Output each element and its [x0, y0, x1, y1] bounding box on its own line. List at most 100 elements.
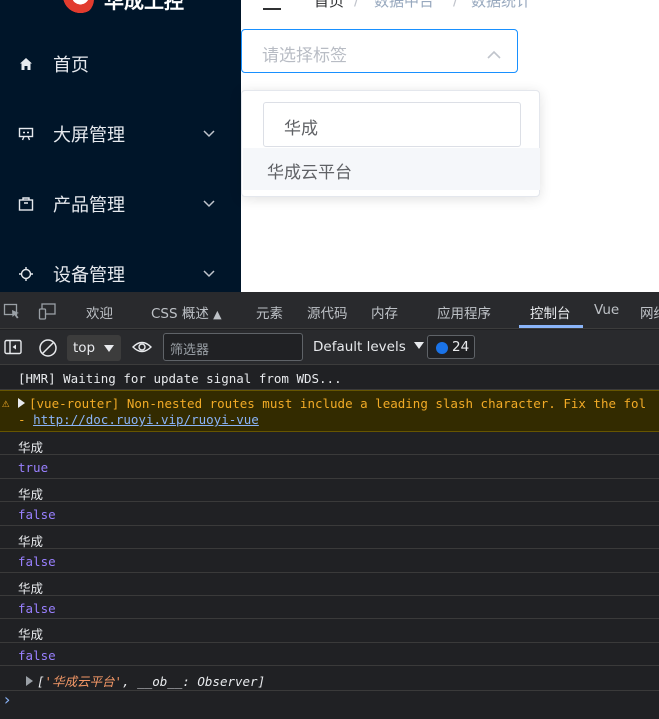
breadcrumb-item[interactable]: 数据中台	[374, 0, 434, 11]
message-text: false	[18, 507, 56, 522]
console-message: false	[0, 549, 659, 573]
console-filter-input[interactable]: 筛选器	[163, 333, 303, 361]
issues-count: 24	[452, 339, 470, 355]
context-selector[interactable]: top	[67, 335, 121, 361]
chevron-down-icon	[202, 267, 216, 281]
sidebar-item-label: 大屏管理	[53, 125, 125, 146]
console-message: true	[0, 455, 659, 479]
array-val: Observer	[197, 674, 258, 689]
inspect-element-icon[interactable]	[3, 302, 21, 320]
tab-memory[interactable]: 内存	[371, 302, 398, 322]
array-sep: ,	[122, 674, 138, 689]
console-message: false	[0, 502, 659, 526]
message-text: true	[18, 460, 49, 475]
message-text: false	[18, 554, 56, 569]
array-preview: ['华成云平台', __ob__: Observer]	[26, 671, 265, 690]
dropdown-option[interactable]: 华成云平台	[243, 148, 540, 190]
message-icon	[436, 342, 448, 354]
logo-text: 华成工控	[104, 0, 184, 13]
sidebar-item-device[interactable]: 设备管理	[0, 246, 241, 292]
console-prompt[interactable]: ›	[4, 690, 10, 709]
console-message: 华成	[0, 526, 659, 549]
doc-link[interactable]: http://doc.ruoyi.vip/ruoyi-vue	[33, 412, 259, 427]
console-message: 华成	[0, 432, 659, 455]
clear-console-icon[interactable]	[37, 337, 58, 358]
breadcrumb-separator: /	[354, 0, 360, 9]
link-prefix: -	[18, 412, 34, 427]
message-text: 华成	[18, 487, 44, 502]
console-message: 华成	[0, 619, 659, 643]
array-colon: :	[182, 674, 198, 689]
tab-welcome[interactable]: 欢迎	[86, 302, 113, 322]
array-open: [	[37, 674, 45, 689]
sidebar-item-home[interactable]: 首页	[0, 36, 241, 92]
active-tab-indicator	[519, 325, 583, 328]
sidebar-item-screen[interactable]: 大屏管理	[0, 106, 241, 162]
eye-icon[interactable]	[131, 338, 153, 356]
filter-placeholder: 筛选器	[170, 343, 210, 358]
context-value: top	[73, 340, 96, 356]
monitor-icon	[17, 125, 35, 143]
console-message: 华成	[0, 573, 659, 596]
package-icon	[17, 195, 35, 213]
tab-label: CSS 概述	[151, 306, 209, 322]
message-text: false	[18, 648, 56, 663]
chevron-down-icon	[104, 345, 114, 352]
array-key: __ob__	[137, 674, 183, 689]
flask-icon: ▲	[213, 308, 222, 321]
breadcrumb-separator: /	[453, 0, 459, 9]
chevron-down-icon	[413, 342, 424, 349]
console-message: false	[0, 596, 659, 619]
tab-console[interactable]: 控制台	[530, 302, 571, 322]
chevron-up-icon[interactable]	[487, 44, 501, 63]
chevron-down-icon	[202, 197, 216, 211]
message-text: 华成	[18, 581, 44, 596]
tab-sources[interactable]: 源代码	[307, 302, 348, 322]
sidebar-item-label: 设备管理	[53, 265, 125, 286]
tab-application[interactable]: 应用程序	[437, 302, 491, 322]
sidebar-toggle-icon[interactable]	[3, 338, 23, 356]
log-levels-dropdown[interactable]: Default levels	[313, 339, 424, 355]
dropdown-filter-input[interactable]: 华成	[263, 102, 521, 147]
expand-arrow-icon[interactable]	[26, 676, 33, 686]
home-icon	[17, 55, 35, 73]
app-viewport: 华成工控 首页 大屏管理 产品管理 设备管理 首页 / 数据中台 / 数据统计 …	[0, 0, 659, 292]
console-message: 华成	[0, 479, 659, 502]
logo[interactable]: 华成工控	[60, 0, 184, 16]
chevron-down-icon	[202, 127, 216, 141]
devtools-tabs: 欢迎 CSS 概述 ▲ 元素 源代码 内存 应用程序 控制台 Vue 网络	[0, 292, 659, 329]
console-object-preview[interactable]: ['华成云平台', __ob__: Observer]	[0, 666, 659, 691]
tab-vue[interactable]: Vue	[594, 302, 619, 318]
console-toolbar: top 筛选器 Default levels 24	[0, 330, 659, 365]
warning-link-line: - http://doc.ruoyi.vip/ruoyi-vue	[18, 412, 259, 427]
navbar: 首页 / 数据中台 / 数据统计	[241, 0, 659, 14]
array-item: '华成云平台'	[44, 674, 123, 689]
tab-network[interactable]: 网络	[640, 302, 659, 322]
hamburger-icon[interactable]	[263, 0, 281, 10]
message-text: 华成	[18, 440, 44, 455]
tab-elements[interactable]: 元素	[256, 302, 283, 322]
message-text: 华成	[18, 534, 44, 549]
issues-badge[interactable]: 24	[427, 335, 475, 359]
logo-icon	[60, 0, 94, 16]
levels-label: Default levels	[313, 339, 406, 355]
expand-arrow-icon[interactable]	[18, 398, 25, 408]
devtools-panel: 欢迎 CSS 概述 ▲ 元素 源代码 内存 应用程序 控制台 Vue 网络 to…	[0, 292, 659, 719]
option-label: 华成云平台	[267, 163, 352, 183]
sidebar-item-label: 首页	[53, 55, 89, 76]
warning-text: [vue-router] Non-nested routes must incl…	[29, 396, 647, 411]
message-text: [vue-router] Non-nested routes must incl…	[18, 396, 646, 411]
tab-css-overview[interactable]: CSS 概述 ▲	[151, 302, 222, 322]
console-message: false	[0, 643, 659, 666]
select-dropdown: 华成 华成云平台	[241, 90, 540, 197]
select-placeholder: 请选择标签	[262, 46, 347, 66]
tag-select[interactable]: 请选择标签	[241, 29, 518, 73]
console-warning: ⚠ [vue-router] Non-nested routes must in…	[0, 390, 659, 432]
sidebar-item-label: 产品管理	[53, 195, 125, 216]
warning-icon: ⚠	[2, 395, 10, 410]
array-close: ]	[257, 674, 266, 689]
device-toolbar-icon[interactable]	[38, 302, 56, 320]
breadcrumb-item: 数据统计	[471, 0, 532, 10]
breadcrumb-item[interactable]: 首页	[314, 0, 344, 11]
sidebar-item-product[interactable]: 产品管理	[0, 176, 241, 232]
